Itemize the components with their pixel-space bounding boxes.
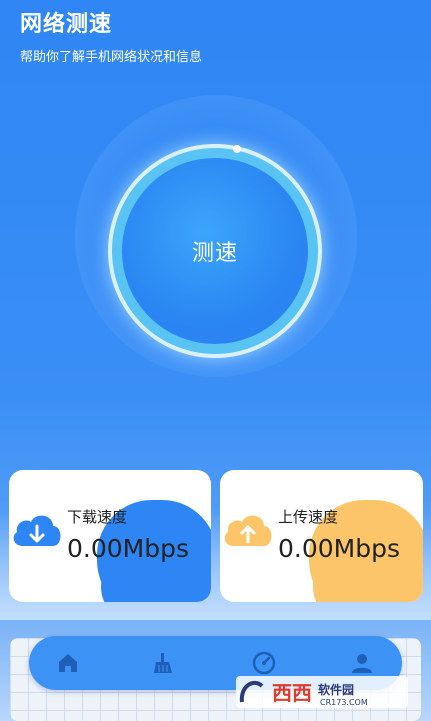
cloud-download-icon — [13, 515, 61, 546]
page-title: 网络测速 — [20, 12, 113, 37]
upload-label: 上传速度 — [278, 508, 339, 526]
cloud-upload-icon — [224, 515, 272, 546]
site-watermark: 西西 软件园 CR173.COM — [236, 676, 408, 708]
page-subtitle: 帮助你了解手机网络状况和信息 — [20, 50, 203, 65]
svg-text:软件园: 软件园 — [318, 682, 354, 697]
download-speed-card: 下载速度 0.00Mbps — [9, 470, 211, 602]
speed-test-button[interactable]: 测速 — [122, 158, 308, 344]
nav-clean[interactable] — [148, 648, 178, 678]
broom-icon — [154, 653, 172, 673]
download-value: 0.00Mbps — [67, 534, 189, 563]
svg-text:西西: 西西 — [272, 681, 312, 705]
upload-value: 0.00Mbps — [278, 534, 400, 563]
home-icon — [59, 654, 77, 672]
svg-text:CR173.COM: CR173.COM — [320, 698, 368, 707]
speed-test-label: 测速 — [191, 241, 238, 266]
download-label: 下载速度 — [67, 508, 128, 526]
nav-home[interactable] — [53, 648, 83, 678]
upload-speed-card: 上传速度 0.00Mbps — [220, 470, 423, 602]
gauge-indicator-dot — [233, 145, 241, 153]
